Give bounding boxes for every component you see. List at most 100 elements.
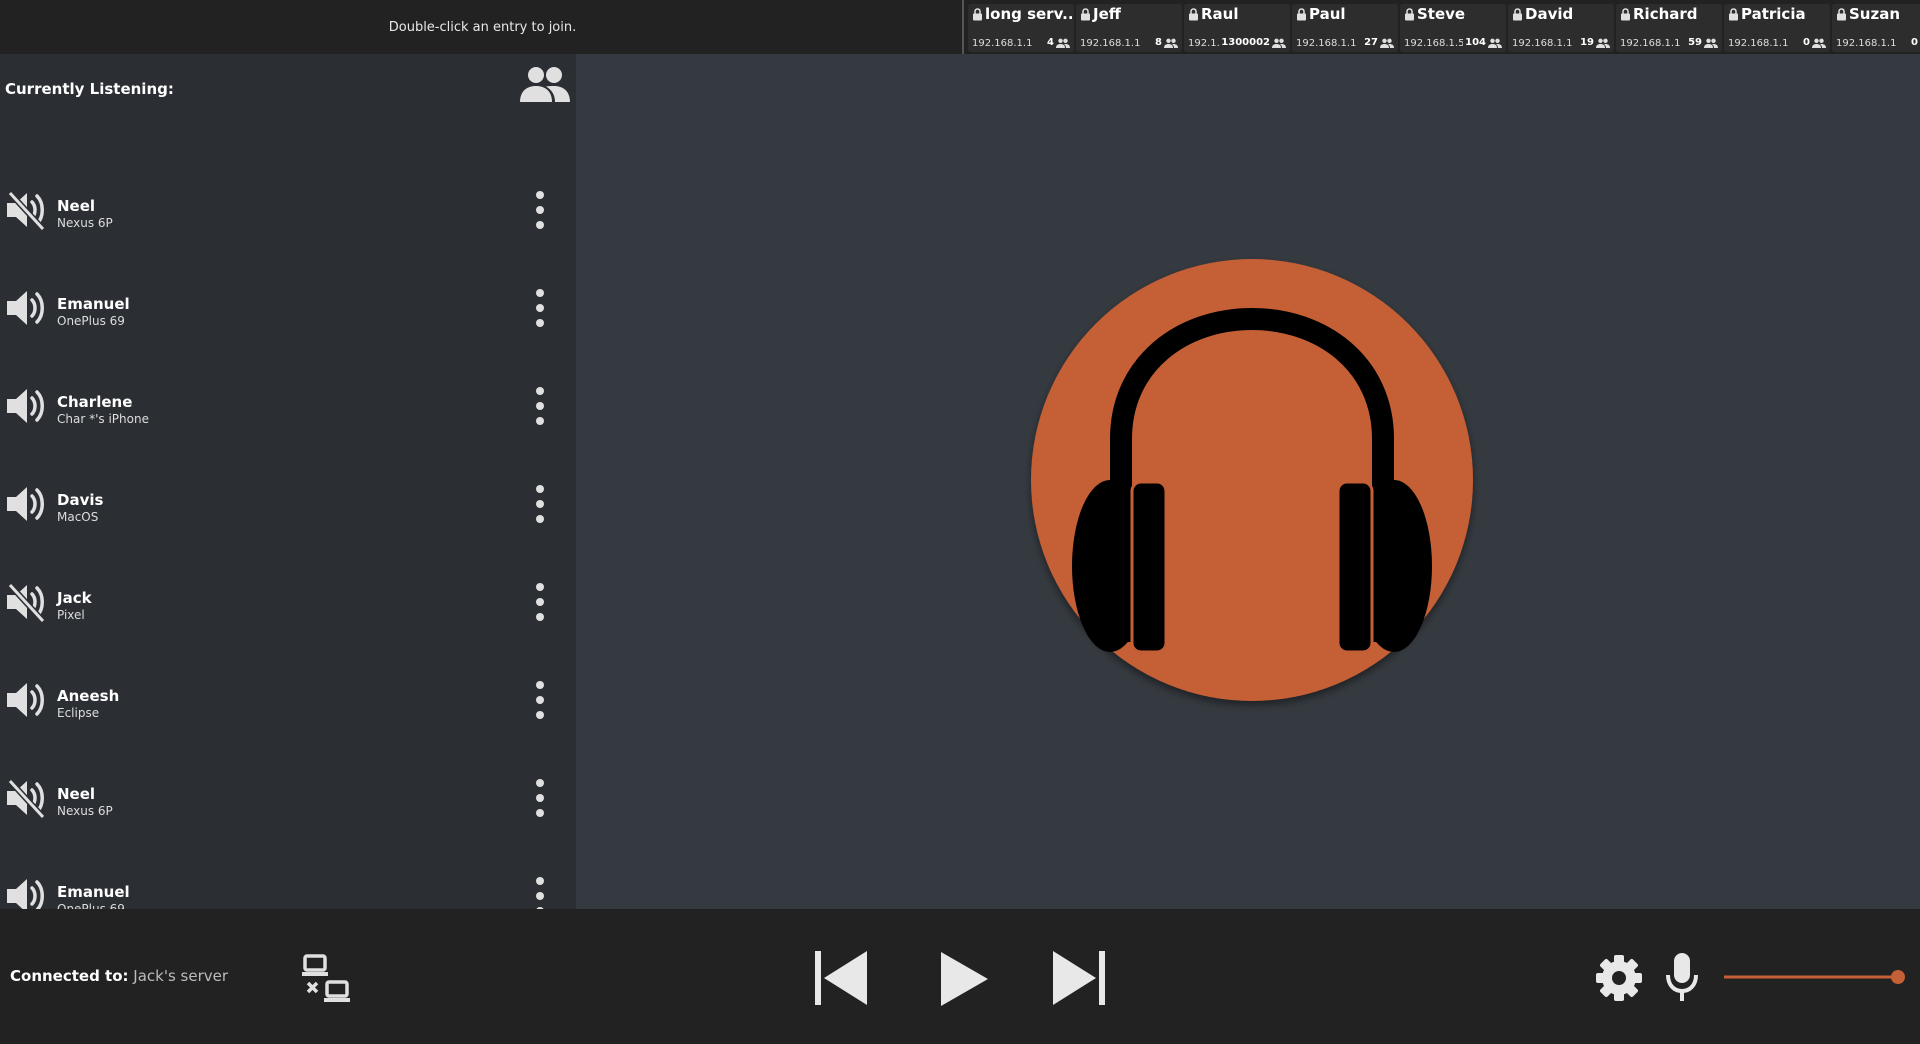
server-ip: 192.168.1.102 [1080, 38, 1140, 49]
listener-count: 27 [1364, 37, 1378, 48]
more-vert-icon[interactable] [530, 875, 550, 909]
listener-row: Aneesh Eclipse [0, 657, 576, 755]
more-vert-icon[interactable] [530, 777, 550, 819]
server-name: Jeff [1080, 5, 1180, 23]
server-card[interactable]: Suzan 192.168.1.109 0 [1832, 4, 1920, 52]
people-icon [1596, 38, 1610, 48]
server-list: long serv... 192.168.1.101 4 Jeff 192.168.1.… [962, 0, 1920, 54]
listener-device: Nexus 6P [57, 216, 113, 230]
server-ip: 192.168.1.106 [1512, 38, 1572, 49]
server-name-label: Jeff [1093, 5, 1121, 23]
server-name-label: Paul [1309, 5, 1346, 23]
server-listener-count: 1300002 [1219, 37, 1286, 48]
volume-slider[interactable] [1722, 967, 1908, 987]
server-card[interactable]: Paul 192.168.1.104 27 [1292, 4, 1398, 52]
server-card[interactable]: David 192.168.1.106 19 [1508, 4, 1614, 52]
listener-row: Emanuel OnePlus 69 [0, 853, 576, 909]
server-name: Suzan [1836, 5, 1920, 23]
main-panel [576, 54, 1920, 909]
listener-name: Jack [57, 589, 92, 607]
speaker-icon[interactable] [5, 287, 47, 329]
skip-previous-icon[interactable] [812, 948, 870, 1008]
server-listener-count: 104 [1463, 37, 1502, 48]
microphone-icon[interactable] [1665, 951, 1699, 1003]
people-icon [1380, 38, 1394, 48]
listener-name: Aneesh [57, 687, 120, 705]
gear-icon[interactable] [1594, 953, 1644, 1003]
sidebar-title: Currently Listening: [5, 80, 174, 98]
server-name: Raul [1188, 5, 1288, 23]
lock-icon [1621, 7, 1630, 20]
listener-name: Charlene [57, 393, 133, 411]
listener-row: Neel Nexus 6P [0, 167, 576, 265]
server-name-label: Richard [1633, 5, 1698, 23]
bottom-bar: Connected to: Jack's server [0, 909, 1920, 1044]
disconnect-icon[interactable] [302, 953, 352, 1003]
listener-name: Neel [57, 197, 96, 215]
server-card[interactable]: Raul 192.1.. 1300002 [1184, 4, 1290, 52]
connection-status: Connected to: Jack's server [10, 967, 228, 985]
listener-row: Charlene Char *'s iPhone [0, 363, 576, 461]
speaker-icon[interactable] [5, 483, 47, 525]
listener-count: 104 [1465, 37, 1486, 48]
server-ip: 192.168.1.107 [1620, 38, 1680, 49]
people-icon [1164, 38, 1178, 48]
more-vert-icon[interactable] [530, 385, 550, 427]
listener-count: 19 [1580, 37, 1594, 48]
server-listener-count: 0 [1909, 37, 1920, 48]
speaker-muted-icon[interactable] [5, 189, 47, 231]
server-ip: 192.168.1.104 [1296, 38, 1356, 49]
play-icon[interactable] [936, 949, 992, 1009]
listener-count: 0 [1911, 37, 1918, 48]
listener-count: 59 [1688, 37, 1702, 48]
server-name: Patricia [1728, 5, 1828, 23]
server-name-label: Steve [1417, 5, 1466, 23]
headphones-icon [1031, 259, 1473, 701]
listener-name: Davis [57, 491, 104, 509]
server-card[interactable]: Richard 192.168.1.107 59 [1616, 4, 1722, 52]
server-name-label: Raul [1201, 5, 1239, 23]
skip-next-icon[interactable] [1050, 948, 1108, 1008]
listener-name: Emanuel [57, 883, 130, 901]
listener-row: Davis MacOS [0, 461, 576, 559]
server-name: Jack's server [133, 967, 229, 985]
server-listener-count: 8 [1153, 37, 1178, 48]
listener-count: 0 [1803, 37, 1810, 48]
speaker-muted-icon[interactable] [5, 777, 47, 819]
listener-device: Char *'s iPhone [57, 412, 149, 426]
people-icon [1812, 38, 1826, 48]
server-name: long serv... [972, 5, 1072, 23]
speaker-icon[interactable] [5, 679, 47, 721]
server-ip: 192.168.1.5 [1404, 38, 1464, 49]
lock-icon [1837, 7, 1846, 20]
server-name-label: Suzan [1849, 5, 1901, 23]
more-vert-icon[interactable] [530, 287, 550, 329]
server-name: Richard [1620, 5, 1720, 23]
server-card[interactable]: Steve 192.168.1.5 104 [1400, 4, 1506, 52]
server-card[interactable]: long serv... 192.168.1.101 4 [968, 4, 1074, 52]
lock-icon [973, 7, 982, 20]
server-listener-count: 0 [1801, 37, 1826, 48]
speaker-icon[interactable] [5, 875, 47, 909]
more-vert-icon[interactable] [530, 679, 550, 721]
listener-name: Neel [57, 785, 96, 803]
listener-device: OnePlus 69 [57, 314, 125, 328]
people-icon[interactable] [519, 64, 571, 104]
speaker-icon[interactable] [5, 385, 47, 427]
server-name-label: David [1525, 5, 1574, 23]
server-name-label: Patricia [1741, 5, 1806, 23]
people-icon [1488, 38, 1502, 48]
listener-device: MacOS [57, 510, 99, 524]
lock-icon [1081, 7, 1090, 20]
server-card[interactable]: Jeff 192.168.1.102 8 [1076, 4, 1182, 52]
server-card[interactable]: Patricia 192.168.1.108 0 [1724, 4, 1830, 52]
listener-count: 8 [1155, 37, 1162, 48]
more-vert-icon[interactable] [530, 483, 550, 525]
speaker-muted-icon[interactable] [5, 581, 47, 623]
more-vert-icon[interactable] [530, 189, 550, 231]
server-ip: 192.168.1.108 [1728, 38, 1788, 49]
lock-icon [1405, 7, 1414, 20]
listener-device: Eclipse [57, 706, 100, 720]
server-listener-count: 4 [1045, 37, 1070, 48]
more-vert-icon[interactable] [530, 581, 550, 623]
